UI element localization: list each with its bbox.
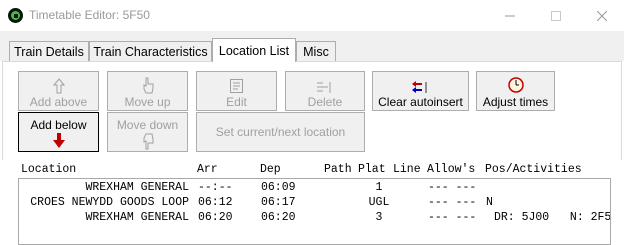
clock-icon <box>507 77 524 93</box>
row-2-location[interactable]: WREXHAM GENERAL <box>19 210 189 225</box>
move-down-label: Move down <box>116 118 179 132</box>
header-path: Path <box>324 163 352 176</box>
row-2-pos[interactable]: DR: 5J00 N: 2F5 <box>494 210 610 225</box>
header-allows: Allow's <box>427 163 476 176</box>
row-1-arr[interactable]: 06:12 <box>198 195 233 210</box>
adjust-times-button[interactable]: Adjust times <box>476 71 555 111</box>
header-location: Location <box>21 163 77 176</box>
row-2-plat[interactable]: 3 <box>359 210 399 225</box>
row-1-dep[interactable]: 06:17 <box>261 195 296 210</box>
hand-pointer-up-icon <box>143 77 153 94</box>
row-2-arr[interactable]: 06:20 <box>198 210 233 225</box>
row-0-dep[interactable]: 06:09 <box>261 180 296 195</box>
clear-autoinsert-button[interactable]: Clear autoinsert <box>372 71 469 111</box>
adjust-times-label: Adjust times <box>482 95 549 109</box>
close-icon <box>597 10 607 21</box>
row-0-arr[interactable]: --:-- <box>198 180 233 195</box>
add-below-label: Add below <box>30 118 87 132</box>
row-1-location[interactable]: CROES NEWYDD GOODS LOOP <box>19 195 189 210</box>
location-list[interactable]: WREXHAM GENERAL --:-- 06:09 1 --- --- CR… <box>18 178 611 245</box>
delete-label: Delete <box>307 95 343 109</box>
add-below-button[interactable]: Add below <box>18 112 99 152</box>
clear-autoinsert-label: Clear autoinsert <box>378 95 463 109</box>
arrow-up-icon <box>52 78 65 94</box>
tab-location-list[interactable]: Location List <box>212 38 296 62</box>
edit-document-icon <box>229 79 243 93</box>
arrow-down-icon <box>52 133 65 148</box>
row-1-plat[interactable]: UGL <box>359 195 399 210</box>
header-line: Line <box>393 163 421 176</box>
tab-misc[interactable]: Misc <box>296 41 336 61</box>
row-2-allows[interactable]: --- --- <box>428 210 476 225</box>
row-2-dep[interactable]: 06:20 <box>261 210 296 225</box>
row-1-pos[interactable]: N <box>486 195 493 210</box>
move-up-button[interactable]: Move up <box>107 71 188 111</box>
header-arr: Arr <box>197 163 218 176</box>
move-up-label: Move up <box>124 95 171 109</box>
header-pos-activities: Pos/Activities <box>485 163 582 176</box>
tab-train-characteristics[interactable]: Train Characteristics <box>89 41 212 61</box>
row-0-allows[interactable]: --- --- <box>428 180 476 195</box>
window-title: Timetable Editor: 5F50 <box>29 8 150 22</box>
delete-row-icon <box>317 82 331 93</box>
row-1-allows[interactable]: --- --- <box>428 195 476 210</box>
header-plat: Plat <box>358 163 386 176</box>
delete-button[interactable]: Delete <box>285 71 365 111</box>
clear-autoinsert-icon <box>411 81 426 93</box>
move-down-button[interactable]: Move down <box>107 112 188 152</box>
add-above-button[interactable]: Add above <box>18 71 99 111</box>
minimize-button[interactable] <box>487 0 533 31</box>
app-logo-icon <box>8 8 23 23</box>
maximize-icon <box>551 10 561 21</box>
header-dep: Dep <box>260 163 281 176</box>
hand-pointer-down-icon <box>143 133 153 150</box>
close-button[interactable] <box>579 0 624 31</box>
add-above-label: Add above <box>29 95 88 109</box>
maximize-button[interactable] <box>533 0 579 31</box>
set-current-next-label: Set current/next location <box>215 125 346 139</box>
row-0-plat[interactable]: 1 <box>359 180 399 195</box>
tab-train-details[interactable]: Train Details <box>9 41 89 61</box>
row-0-location[interactable]: WREXHAM GENERAL <box>19 180 189 195</box>
edit-button[interactable]: Edit <box>196 71 277 111</box>
set-current-next-location-button[interactable]: Set current/next location <box>196 112 365 152</box>
minimize-icon <box>505 15 515 16</box>
edit-label: Edit <box>226 95 247 109</box>
